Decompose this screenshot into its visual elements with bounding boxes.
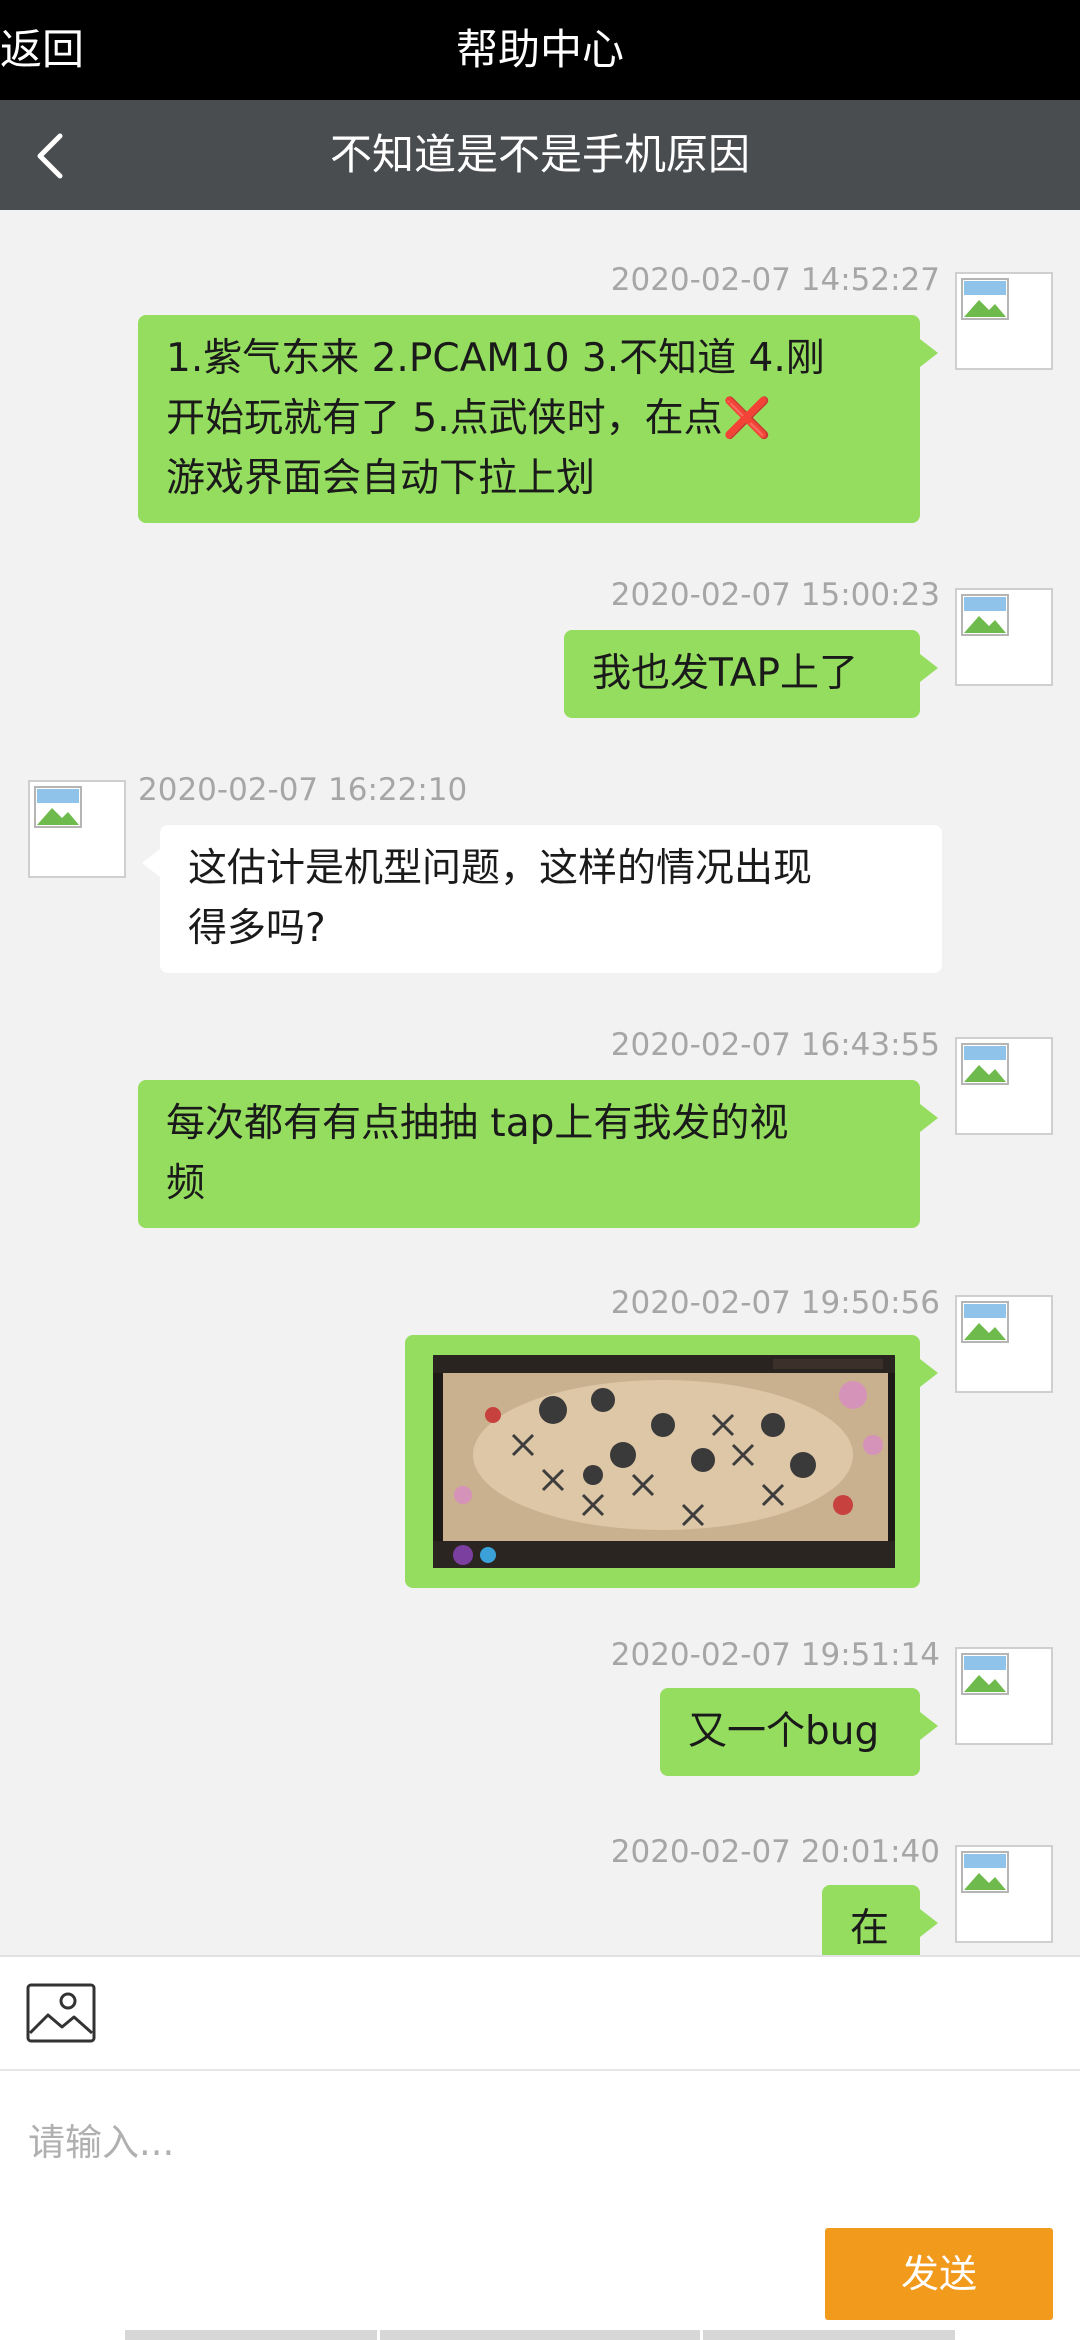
user-avatar (955, 1647, 1053, 1745)
nav-indicator (703, 2330, 955, 2340)
conversation-title: 不知道是不是手机原因 (329, 130, 750, 179)
nav-indicator (125, 2330, 377, 2340)
broken-image-icon (961, 594, 1009, 636)
message-text-line: 1.紫气东来 2.PCAM10 3.不知道 4.刚 (166, 336, 825, 381)
message-text-line: 游戏界面会自动下拉上划 (166, 456, 596, 501)
user-avatar (955, 1295, 1053, 1393)
user-avatar (955, 1037, 1053, 1135)
message-text-line: 开始玩就有了 5.点武侠时，在点❌ (166, 396, 772, 441)
game-screenshot-image[interactable] (433, 1355, 895, 1568)
message-input[interactable] (28, 2097, 1048, 2187)
message-bubble-sent[interactable]: 每次都有有点抽抽 tap上有我发的视 频 (138, 1080, 938, 1228)
send-button[interactable]: 发送 (825, 2228, 1053, 2320)
message-timestamp: 2020-02-07 19:50:56 (610, 1285, 940, 1321)
message-timestamp: 2020-02-07 15:00:23 (610, 577, 940, 613)
app-header: 返回 帮助中心 (0, 0, 1080, 100)
message-text-line: 得多吗? (188, 906, 326, 951)
message-timestamp: 2020-02-07 16:43:55 (610, 1027, 940, 1063)
message-bubble-sent[interactable]: 又一个bug (660, 1688, 938, 1776)
conversation-header: 不知道是不是手机原因 (0, 100, 1080, 210)
message-image-bubble[interactable] (405, 1335, 938, 1588)
broken-image-icon (961, 1851, 1009, 1893)
broken-image-icon (961, 1653, 1009, 1695)
image-picker-icon[interactable] (26, 1983, 96, 2043)
user-avatar (955, 1845, 1053, 1943)
broken-image-icon (961, 1301, 1009, 1343)
broken-image-icon (961, 278, 1009, 320)
user-avatar (955, 588, 1053, 686)
message-timestamp: 2020-02-07 20:01:40 (610, 1834, 940, 1870)
message-text-line: 频 (166, 1161, 206, 1206)
message-text-line: 每次都有有点抽抽 tap上有我发的视 (166, 1101, 789, 1146)
user-avatar (955, 272, 1053, 370)
page-title: 帮助中心 (455, 25, 624, 74)
composer-divider (0, 2069, 1080, 2071)
support-avatar (28, 780, 126, 878)
message-timestamp: 2020-02-07 19:51:14 (610, 1637, 940, 1673)
message-composer: 发送 (0, 1955, 1080, 2340)
message-bubble-received[interactable]: 这估计是机型问题，这样的情况出现 得多吗? (142, 825, 942, 973)
message-text-line: 这估计是机型问题，这样的情况出现 (188, 846, 813, 891)
chat-area[interactable]: 2020-02-07 14:52:27 1.紫气东来 2.PCAM10 3.不知… (0, 210, 1080, 1955)
nav-indicator (380, 2330, 700, 2340)
message-bubble-sent[interactable]: 在 (822, 1885, 938, 1955)
broken-image-icon (961, 1043, 1009, 1085)
message-bubble-sent[interactable]: 我也发TAP上了 (564, 630, 938, 718)
message-timestamp: 2020-02-07 14:52:27 (610, 262, 940, 298)
message-bubble-sent[interactable]: 1.紫气东来 2.PCAM10 3.不知道 4.刚 开始玩就有了 5.点武侠时，… (138, 315, 938, 523)
broken-image-icon (34, 786, 82, 828)
cross-mark-emoji: ❌ (722, 396, 772, 441)
message-timestamp: 2020-02-07 16:22:10 (138, 772, 468, 808)
